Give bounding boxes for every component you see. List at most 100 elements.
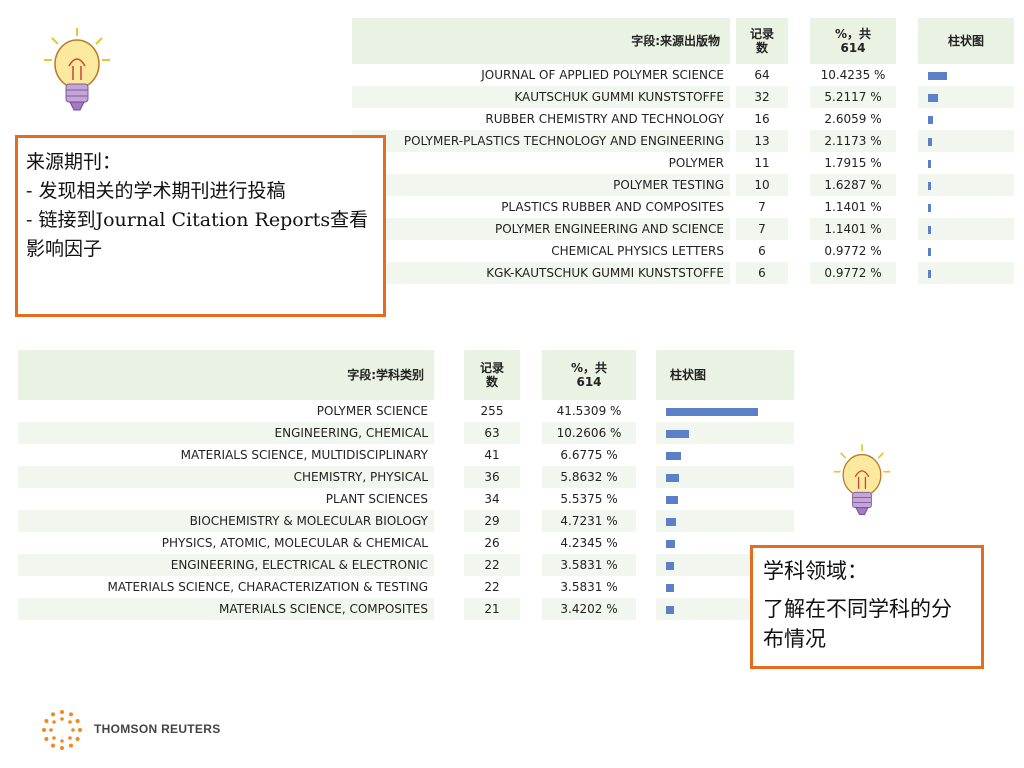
subject-area-callout: 学科领域： 了解在不同学科的分布情况 [750, 545, 984, 669]
row-gap [520, 576, 542, 598]
table-row: KGK-KAUTSCHUK GUMMI KUNSTSTOFFE 6 0.9772 % [352, 262, 1014, 284]
row-percent: 10.4235 % [820, 68, 886, 82]
row-count: 64 [754, 68, 770, 82]
row-gap [434, 554, 464, 576]
row-bar-cell [918, 86, 1014, 108]
callout-title: 来源期刊： [26, 151, 122, 173]
row-count: 34 [484, 492, 500, 506]
header-record-count[interactable]: 记录 数 [464, 350, 520, 400]
row-name[interactable]: KAUTSCHUK GUMMI KUNSTSTOFFE [352, 86, 730, 108]
table-row: RUBBER CHEMISTRY AND TECHNOLOGY 16 2.6059 … [352, 108, 1014, 130]
row-name[interactable]: POLYMER-PLASTICS TECHNOLOGY AND ENGINEER… [352, 130, 730, 152]
bar-chart-bar [928, 203, 931, 212]
lightbulb-icon [832, 436, 892, 528]
header-field[interactable]: 字段:学科类别 [18, 350, 434, 400]
row-name[interactable]: PLASTICS RUBBER AND COMPOSITES [352, 196, 730, 218]
row-name[interactable]: PHYSICS, ATOMIC, MOLECULAR & CHEMICAL [18, 532, 434, 554]
table-row: ENGINEERING, ELECTRICAL & ELECTRONIC 22 3.… [18, 554, 794, 576]
row-name[interactable]: ENGINEERING, CHEMICAL [18, 422, 434, 444]
row-gap [434, 598, 464, 620]
row-gap [636, 598, 656, 620]
row-name[interactable]: RUBBER CHEMISTRY AND TECHNOLOGY [352, 108, 730, 130]
row-gap [788, 64, 810, 86]
header-percent[interactable]: %，共 614 [542, 350, 636, 400]
row-name[interactable]: POLYMER SCIENCE [18, 400, 434, 422]
row-name[interactable]: MATERIALS SCIENCE, MULTIDISCIPLINARY [18, 444, 434, 466]
row-percent: 0.9772 % [810, 262, 896, 284]
row-name[interactable]: POLYMER [352, 152, 730, 174]
row-percent: 5.2117 % [810, 86, 896, 108]
row-count: 29 [464, 510, 520, 532]
row-name[interactable]: CHEMICAL PHYSICS LETTERS [352, 240, 730, 262]
table-row: ENGINEERING, CHEMICAL 63 10.2606 % [18, 422, 794, 444]
row-count: 10 [736, 174, 788, 196]
row-gap [520, 422, 542, 444]
row-name[interactable]: CHEMISTRY, PHYSICAL [18, 466, 434, 488]
row-count: 63 [464, 422, 520, 444]
row-percent: 5.5375 % [560, 492, 618, 506]
table-row: POLYMER 11 1.7915 % [352, 152, 1014, 174]
table-row: KAUTSCHUK GUMMI KUNSTSTOFFE 32 5.2117 % [352, 86, 1014, 108]
table-row: MATERIALS SCIENCE, COMPOSITES 21 3.4202 % [18, 598, 794, 620]
bar-chart-bar [928, 269, 931, 278]
row-gap [788, 152, 810, 174]
bar-chart-bar [928, 159, 931, 168]
row-count: 255 [480, 404, 504, 418]
row-gap [788, 86, 810, 108]
table-row: MATERIALS SCIENCE, MULTIDISCIPLINARY 41 6.… [18, 444, 794, 466]
row-gap [520, 488, 542, 510]
row-gap [636, 422, 656, 444]
row-count: 16 [754, 112, 770, 126]
row-percent: 4.2345 % [560, 536, 618, 550]
row-bar-cell [656, 444, 794, 466]
row-name[interactable]: BIOCHEMISTRY & MOLECULAR BIOLOGY [18, 510, 434, 532]
bar-chart-bar [928, 181, 931, 190]
row-count: 13 [736, 130, 788, 152]
row-gap [896, 130, 918, 152]
bar-chart-bar [666, 605, 674, 614]
source-publications-panel: 字段:来源出版物 记录 数 %，共 614 柱状图 JOURNAL OF APP… [352, 18, 1014, 334]
row-count: 6 [736, 262, 788, 284]
row-gap [896, 240, 918, 262]
row-gap [896, 108, 918, 130]
row-gap [896, 152, 918, 174]
row-name[interactable]: JOURNAL OF APPLIED POLYMER SCIENCE [352, 64, 730, 86]
row-name[interactable]: KGK-KAUTSCHUK GUMMI KUNSTSTOFFE [352, 262, 730, 284]
header-field[interactable]: 字段:来源出版物 [352, 18, 730, 64]
row-name[interactable]: MATERIALS SCIENCE, CHARACTERIZATION & TE… [18, 576, 434, 598]
row-percent: 3.4202 % [542, 598, 636, 620]
row-gap [788, 108, 810, 130]
source-publications-table: 字段:来源出版物 记录 数 %，共 614 柱状图 JOURNAL OF APP… [352, 18, 1014, 284]
row-gap [896, 262, 918, 284]
table-row: PHYSICS, ATOMIC, MOLECULAR & CHEMICAL 26 4… [18, 532, 794, 554]
row-name[interactable]: PLANT SCIENCES [18, 488, 434, 510]
row-gap [636, 576, 656, 598]
row-gap [520, 598, 542, 620]
row-gap [434, 532, 464, 554]
bar-chart-bar [666, 583, 674, 592]
table-row: POLYMER ENGINEERING AND SCIENCE 7 1.1401 % [352, 218, 1014, 240]
row-name[interactable]: ENGINEERING, ELECTRICAL & ELECTRONIC [18, 554, 434, 576]
row-name[interactable]: POLYMER ENGINEERING AND SCIENCE [352, 218, 730, 240]
row-gap [788, 262, 810, 284]
row-gap [788, 174, 810, 196]
row-gap [434, 422, 464, 444]
bar-chart-bar [666, 561, 674, 570]
header-record-count[interactable]: 记录 数 [736, 18, 788, 64]
row-gap [636, 510, 656, 532]
bar-chart-bar [928, 247, 931, 256]
row-percent: 1.6287 % [810, 174, 896, 196]
row-count: 21 [464, 598, 520, 620]
row-gap [434, 576, 464, 598]
row-bar-cell [656, 422, 794, 444]
row-gap [520, 444, 542, 466]
row-name[interactable]: MATERIALS SCIENCE, COMPOSITES [18, 598, 434, 620]
row-gap [636, 444, 656, 466]
row-count: 7 [736, 218, 788, 240]
table-row: POLYMER TESTING 10 1.6287 % [352, 174, 1014, 196]
row-name[interactable]: POLYMER TESTING [352, 174, 730, 196]
row-bar-cell [918, 174, 1014, 196]
row-percent: 3.5831 % [542, 554, 636, 576]
subject-categories-table: 字段:学科类别 记录 数 %，共 614 柱状图 POLYMER SCIENCE… [18, 350, 794, 620]
header-percent[interactable]: %，共 614 [810, 18, 896, 64]
